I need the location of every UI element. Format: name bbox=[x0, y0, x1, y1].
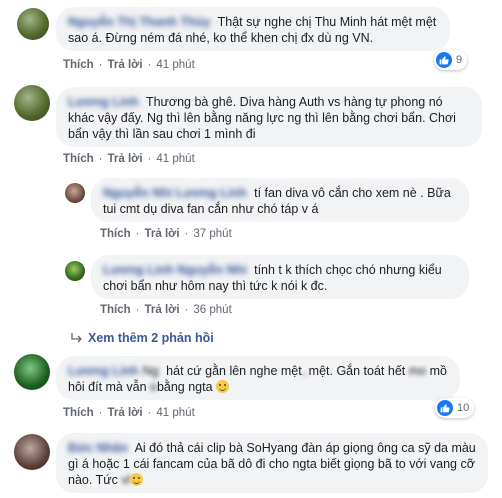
comment-bubble: Lương Linh Ng hát cứ gằn lên nghe mệt..mệ… bbox=[56, 356, 460, 400]
reaction-summary[interactable]: 9 bbox=[434, 50, 468, 70]
comment-author[interactable]: Lương Linh bbox=[68, 364, 139, 378]
reply-time[interactable]: 37 phút bbox=[193, 228, 231, 240]
comment-bubble: Nguyễn Thị Thanh Thùy Thật sự nghe chị T… bbox=[56, 7, 450, 51]
avatar[interactable] bbox=[17, 8, 49, 40]
sweat-smile-emoji-icon bbox=[216, 380, 230, 393]
reply-actions: Thích · Trả lời · 37 phút bbox=[100, 228, 232, 240]
reply-link[interactable]: Trả lời bbox=[108, 153, 143, 165]
comment-text-line2b: bằng ngta bbox=[156, 380, 213, 394]
comment-text-line1: hát cứ gằn lên nghe mệt bbox=[166, 364, 302, 378]
reaction-summary[interactable]: 10 bbox=[435, 398, 475, 418]
redacted-text: o bbox=[150, 380, 157, 394]
avatar[interactable] bbox=[14, 354, 50, 390]
reply-link[interactable]: Trả lời bbox=[145, 228, 180, 240]
reply-bubble: Nguyễn Nhi Lương Linh tí fan diva vô cắn… bbox=[91, 178, 469, 222]
reply-author[interactable]: Lương Linh Nguyễn Nhi bbox=[103, 263, 247, 277]
reply-author[interactable]: Nguyễn Nhi Lương Linh bbox=[103, 186, 247, 200]
comment-text-line1b: mệt. Gắn toát hết bbox=[308, 364, 406, 378]
comment-author[interactable]: Nguyễn Thị Thanh Thùy bbox=[68, 15, 210, 29]
comment-bubble: Lương Linh Thương bà ghê. Diva hàng Auth… bbox=[56, 87, 482, 147]
like-link[interactable]: Thích bbox=[63, 153, 94, 165]
like-link[interactable]: Thích bbox=[63, 407, 94, 419]
comment-actions: Thích · Trả lời · 41 phút bbox=[63, 59, 195, 71]
reply-link[interactable]: Trả lời bbox=[108, 407, 143, 419]
like-link[interactable]: Thích bbox=[100, 228, 131, 240]
like-reaction-icon bbox=[436, 52, 452, 68]
reply-arrow-icon bbox=[71, 333, 82, 343]
reaction-count: 10 bbox=[457, 402, 470, 414]
reply-link[interactable]: Trả lời bbox=[145, 304, 180, 316]
comment-actions: Thích · Trả lời · 41 phút bbox=[63, 153, 195, 165]
comment-time[interactable]: 41 phút bbox=[156, 407, 194, 419]
comment-actions: Thích · Trả lời · 41 phút bbox=[63, 407, 195, 419]
redacted-text: mo bbox=[408, 364, 427, 378]
comment-author[interactable]: Đức Nhân bbox=[68, 441, 128, 455]
reply-link[interactable]: Trả lời bbox=[108, 59, 143, 71]
view-more-replies-link[interactable]: Xem thêm 2 phản hồi bbox=[71, 331, 214, 345]
like-link[interactable]: Thích bbox=[63, 59, 94, 71]
avatar[interactable] bbox=[14, 85, 50, 121]
reaction-count: 9 bbox=[456, 54, 463, 66]
comment-time[interactable]: 41 phút bbox=[156, 59, 194, 71]
comment-author[interactable]: Lương Linh bbox=[68, 95, 139, 109]
avatar[interactable] bbox=[65, 261, 85, 281]
comment-bubble: Đức Nhân Ai đó thả cái clip bà SoHyang đ… bbox=[56, 433, 488, 493]
redacted-text: .. bbox=[301, 364, 309, 378]
view-more-replies-label[interactable]: Xem thêm 2 phản hồi bbox=[88, 331, 214, 345]
reply-time[interactable]: 36 phút bbox=[193, 304, 231, 316]
comment-time[interactable]: 41 phút bbox=[156, 153, 194, 165]
redacted-text: Ng bbox=[142, 364, 159, 378]
like-link[interactable]: Thích bbox=[100, 304, 131, 316]
smile-emoji-icon bbox=[130, 473, 144, 486]
reply-actions: Thích · Trả lời · 36 phút bbox=[100, 304, 232, 316]
avatar[interactable] bbox=[14, 434, 50, 470]
reply-bubble: Lương Linh Nguyễn Nhi tính t k thích chọ… bbox=[91, 255, 469, 299]
avatar[interactable] bbox=[65, 183, 85, 203]
redacted-text: vl bbox=[121, 473, 131, 487]
like-reaction-icon bbox=[437, 400, 453, 416]
